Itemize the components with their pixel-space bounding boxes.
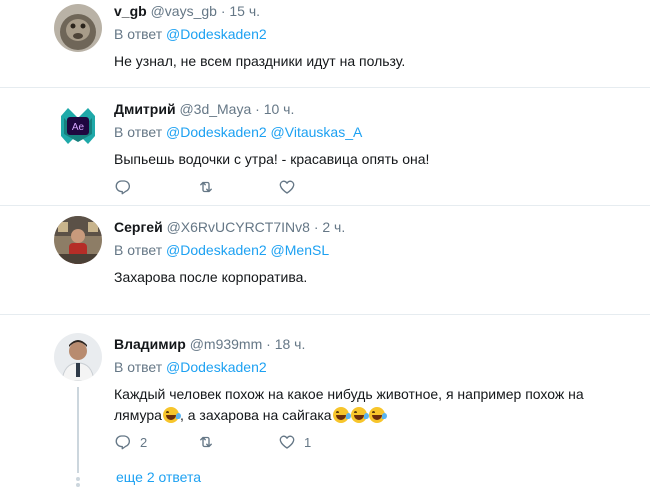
- separator-dot: ·: [220, 3, 226, 19]
- timestamp[interactable]: 18 ч.: [275, 336, 306, 352]
- replying-to: В ответ @Dodeskaden2: [114, 358, 650, 376]
- separator-dot: ·: [313, 219, 319, 235]
- separator-dot: ·: [255, 101, 260, 117]
- rolling-on-floor-laughing-emoji-icon: [332, 407, 351, 423]
- rolling-on-floor-laughing-emoji-icon: [162, 407, 181, 423]
- avatar[interactable]: [54, 216, 102, 264]
- rolling-on-floor-laughing-emoji-icon: [350, 407, 369, 423]
- rolling-on-floor-laughing-emoji-icon: [368, 407, 387, 423]
- reply-count: 2: [140, 434, 148, 450]
- show-more-replies-link[interactable]: еще 2 ответа: [116, 469, 201, 485]
- author-handle[interactable]: @X6RvUCYRCT7INv8: [167, 219, 310, 235]
- tweet[interactable]: Владимир @m939mm · 18 ч. В ответ @Dodesk…: [0, 315, 650, 488]
- author-name[interactable]: Дмитрий: [114, 101, 176, 117]
- replying-to: В ответ @Dodeskaden2: [114, 25, 650, 43]
- tweet[interactable]: Ae Дмитрий @3d_Maya · 10 ч. В ответ @Dod…: [0, 88, 650, 206]
- mention-link[interactable]: @Dodeskaden2: [166, 242, 267, 258]
- author-name[interactable]: v_gb: [114, 3, 147, 19]
- like-count: 1: [304, 434, 312, 450]
- reply-button[interactable]: 2: [114, 433, 196, 451]
- avatar[interactable]: Ae: [54, 102, 102, 150]
- replying-to: В ответ @Dodeskaden2 @MenSL: [114, 241, 650, 259]
- author-handle[interactable]: @m939mm: [190, 336, 263, 352]
- timestamp[interactable]: 10 ч.: [264, 101, 295, 117]
- like-button[interactable]: 1: [278, 433, 360, 451]
- reply-icon: [115, 435, 130, 450]
- like-button[interactable]: [278, 178, 360, 196]
- timestamp[interactable]: 15 ч.: [229, 3, 260, 19]
- mention-link[interactable]: @Dodeskaden2: [166, 359, 267, 375]
- retweet-button[interactable]: [196, 433, 278, 451]
- after-effects-logo-icon: Ae: [55, 103, 101, 149]
- timestamp[interactable]: 2 ч.: [322, 219, 345, 235]
- thread-dot: [76, 483, 80, 487]
- mention-link[interactable]: @Vitauskas_A: [271, 124, 363, 140]
- retweet-icon: [200, 181, 212, 193]
- retweet-icon: [200, 436, 212, 448]
- tweet-text: Не узнал, не всем праздники идут на поль…: [114, 53, 406, 69]
- tweet-text: Захарова после корпоратива.: [114, 269, 308, 285]
- replying-to-label: В ответ: [114, 242, 163, 258]
- svg-text:Ae: Ae: [72, 122, 85, 133]
- mention-link[interactable]: @MenSL: [271, 242, 330, 258]
- mention-link[interactable]: @Dodeskaden2: [166, 26, 267, 42]
- replying-to-label: В ответ: [114, 359, 163, 375]
- thread-dot: [76, 477, 80, 481]
- avatar[interactable]: [54, 333, 102, 381]
- tweet[interactable]: Сергей @X6RvUCYRCT7INv8 · 2 ч. В ответ @…: [0, 206, 650, 315]
- tweet-text: Выпьешь водочки с утра! - красавица опят…: [114, 151, 430, 167]
- retweet-button[interactable]: [196, 178, 278, 196]
- tweet-text: Каждый человек похож на какое нибудь жив…: [114, 384, 614, 426]
- author-handle[interactable]: @vays_gb: [151, 3, 217, 19]
- heart-icon: [279, 180, 295, 194]
- replying-to: В ответ @Dodeskaden2 @Vitauskas_A: [114, 123, 650, 141]
- replying-to-label: В ответ: [114, 26, 163, 42]
- author-name[interactable]: Сергей: [114, 219, 163, 235]
- heart-icon: [279, 435, 295, 449]
- author-name[interactable]: Владимир: [114, 336, 186, 352]
- reply-button[interactable]: [114, 178, 196, 196]
- reply-icon: [115, 180, 130, 195]
- replying-to-label: В ответ: [114, 124, 163, 140]
- avatar[interactable]: [54, 4, 102, 52]
- mention-link[interactable]: @Dodeskaden2: [166, 124, 267, 140]
- tweet-text-part: , а захарова на сайгака: [179, 407, 332, 423]
- thread-connector-line: [77, 387, 79, 473]
- author-handle[interactable]: @3d_Maya: [179, 101, 251, 117]
- tweet[interactable]: v_gb @vays_gb · 15 ч. В ответ @Dodeskade…: [0, 0, 650, 88]
- separator-dot: ·: [266, 336, 271, 352]
